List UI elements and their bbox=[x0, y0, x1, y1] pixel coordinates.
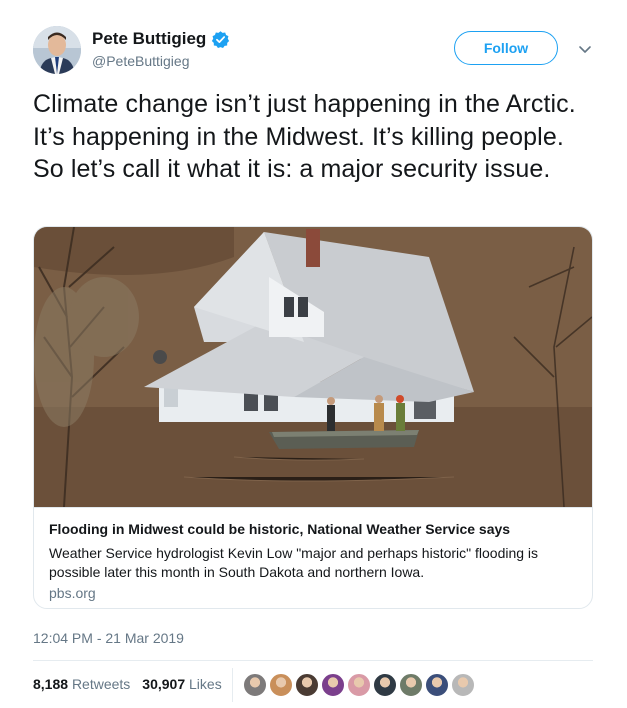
liker-avatar[interactable] bbox=[269, 673, 293, 697]
liker-avatar[interactable] bbox=[425, 673, 449, 697]
likes-count: 30,907 bbox=[142, 676, 186, 692]
liker-avatar[interactable] bbox=[347, 673, 371, 697]
stats-separator bbox=[232, 668, 233, 702]
retweets-stat[interactable]: 8,188 Retweets bbox=[33, 676, 130, 692]
avatar-image bbox=[33, 26, 81, 74]
author-name-row: Pete Buttigieg bbox=[92, 29, 230, 49]
liker-avatar[interactable] bbox=[451, 673, 475, 697]
divider bbox=[33, 660, 593, 661]
liker-avatar[interactable] bbox=[399, 673, 423, 697]
author-handle[interactable]: @PeteButtigieg bbox=[92, 53, 190, 69]
card-image bbox=[34, 227, 592, 507]
card-domain: pbs.org bbox=[49, 585, 96, 601]
author-name[interactable]: Pete Buttigieg bbox=[92, 29, 206, 49]
tweet: Pete Buttigieg @PeteButtigieg Follow Cli… bbox=[0, 0, 627, 708]
likes-stat[interactable]: 30,907 Likes bbox=[142, 676, 221, 692]
likes-label: Likes bbox=[189, 676, 222, 692]
liker-avatar[interactable] bbox=[243, 673, 267, 697]
liker-avatar[interactable] bbox=[295, 673, 319, 697]
liker-avatars bbox=[243, 673, 477, 697]
tweet-stats: 8,188 Retweets 30,907 Likes bbox=[33, 676, 222, 692]
card-body: Flooding in Midwest could be historic, N… bbox=[34, 507, 592, 601]
verified-badge-icon bbox=[212, 30, 230, 48]
retweets-count: 8,188 bbox=[33, 676, 69, 692]
retweets-label: Retweets bbox=[71, 676, 131, 692]
chevron-down-icon[interactable] bbox=[577, 41, 593, 57]
liker-avatar[interactable] bbox=[373, 673, 397, 697]
tweet-timestamp[interactable]: 12:04 PM - 21 Mar 2019 bbox=[33, 630, 184, 646]
follow-button[interactable]: Follow bbox=[454, 31, 558, 65]
tweet-text: Climate change isn’t just happening in t… bbox=[33, 90, 576, 183]
avatar[interactable] bbox=[33, 26, 81, 74]
card-description: Weather Service hydrologist Kevin Low "m… bbox=[49, 545, 539, 580]
link-card[interactable]: Flooding in Midwest could be historic, N… bbox=[33, 226, 593, 609]
card-title: Flooding in Midwest could be historic, N… bbox=[49, 521, 511, 537]
liker-avatar[interactable] bbox=[321, 673, 345, 697]
